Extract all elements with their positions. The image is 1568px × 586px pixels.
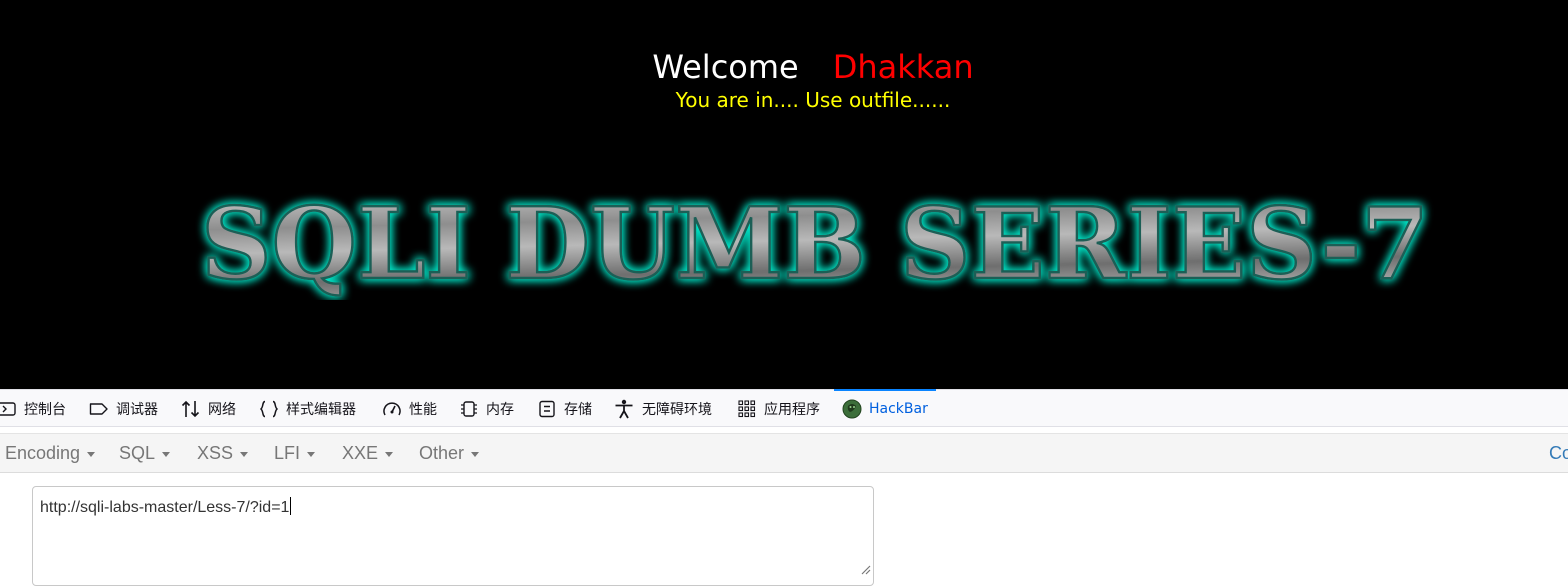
- tab-style-editor[interactable]: 样式编辑器: [259, 390, 356, 427]
- lfi-menu-button[interactable]: LFI: [274, 434, 316, 472]
- url-value: http://sqli-labs-master/Less-7/?id=1: [40, 499, 290, 516]
- caret-down-icon: [307, 451, 316, 457]
- tab-label: 性能: [409, 401, 437, 418]
- hackbar-toolbar: Encoding SQL XSS LFI XXE Other Co: [0, 433, 1568, 473]
- menu-label: XXE: [342, 442, 379, 463]
- resize-grip-icon[interactable]: [859, 563, 871, 575]
- tab-label: HackBar: [869, 400, 928, 417]
- tab-memory[interactable]: 内存: [459, 390, 514, 427]
- tab-label: 样式编辑器: [286, 401, 356, 418]
- welcome-label: Welcome: [652, 48, 799, 86]
- tab-label: 调试器: [116, 401, 158, 418]
- banner-text: SQLI DUMB SERIES-7: [201, 188, 1429, 300]
- memory-chip-icon: [461, 400, 477, 417]
- caret-down-icon: [385, 451, 394, 457]
- status-message: You are in.... Use outfile......: [675, 88, 951, 112]
- caret-down-icon: [87, 451, 96, 457]
- encoding-menu-button[interactable]: Encoding: [5, 434, 96, 472]
- caret-down-icon: [162, 451, 171, 457]
- devtools-tab-bar: 控制台 调试器 网络 样式编辑器 性能 内存 存储 无障碍环境 应用程序 Hac…: [0, 389, 1568, 427]
- gauge-icon: [383, 401, 401, 415]
- menu-label: XSS: [197, 442, 234, 463]
- contribute-link[interactable]: Co: [1549, 434, 1568, 472]
- app-grid-icon: [738, 399, 756, 417]
- tab-hackbar[interactable]: HackBar: [834, 389, 936, 427]
- tab-label: 应用程序: [764, 401, 820, 418]
- banner-logo: SQLI DUMB SERIES-7: [200, 188, 1431, 300]
- storage-icon: [539, 400, 555, 417]
- url-textarea[interactable]: http://sqli-labs-master/Less-7/?id=1: [32, 486, 874, 586]
- menu-label: Encoding: [5, 442, 81, 463]
- debugger-icon: [89, 402, 108, 415]
- tab-performance[interactable]: 性能: [382, 390, 437, 427]
- tab-application[interactable]: 应用程序: [737, 390, 820, 427]
- caret-down-icon: [240, 451, 249, 457]
- tab-accessibility[interactable]: 无障碍环境: [613, 390, 712, 427]
- tab-label: 存储: [564, 401, 592, 418]
- sql-menu-button[interactable]: SQL: [119, 434, 171, 472]
- accessibility-icon: [615, 399, 633, 418]
- user-name: Dhakkan: [832, 48, 974, 86]
- hackbar-logo-icon: [842, 399, 862, 418]
- tab-storage[interactable]: 存储: [537, 390, 592, 427]
- page-content: Welcome Dhakkan You are in.... Use outfil…: [0, 0, 1568, 389]
- tab-label: 无障碍环境: [642, 401, 712, 418]
- xxe-menu-button[interactable]: XXE: [342, 434, 394, 472]
- text-cursor: [290, 497, 292, 515]
- tab-label: 控制台: [24, 401, 66, 418]
- menu-label: SQL: [119, 442, 156, 463]
- tab-network[interactable]: 网络: [181, 390, 236, 427]
- tab-debugger[interactable]: 调试器: [89, 390, 158, 427]
- other-menu-button[interactable]: Other: [419, 434, 480, 472]
- network-arrows-icon: [181, 400, 200, 417]
- menu-label: LFI: [274, 442, 301, 463]
- tab-label: 内存: [486, 401, 514, 418]
- menu-label: Other: [419, 442, 465, 463]
- tab-label: 网络: [208, 401, 236, 418]
- tab-console[interactable]: 控制台: [0, 390, 66, 427]
- console-icon: [0, 401, 16, 416]
- caret-down-icon: [471, 451, 480, 457]
- xss-menu-button[interactable]: XSS: [197, 434, 249, 472]
- curly-braces-icon: [260, 400, 278, 417]
- welcome-line: Welcome Dhakkan: [0, 48, 1568, 86]
